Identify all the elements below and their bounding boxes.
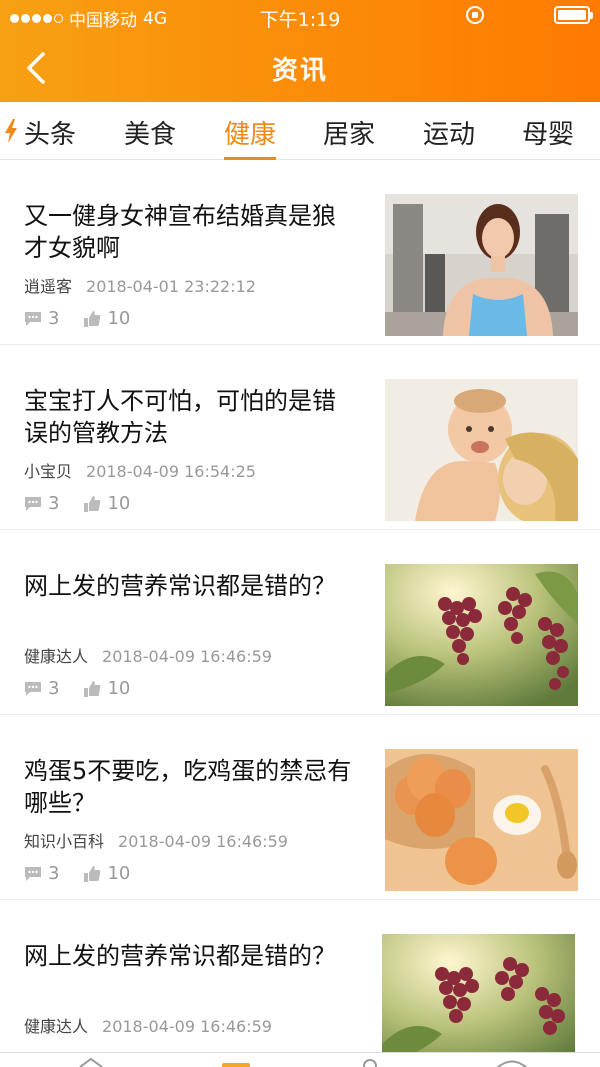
comment-count-value: 3 (48, 493, 60, 514)
mother-baby-photo (385, 379, 578, 521)
article-author: 小宝贝 (24, 462, 73, 481)
status-right (466, 6, 593, 24)
eggs-photo (385, 749, 578, 891)
tab-food[interactable]: 美食 (124, 114, 176, 160)
like-count-value: 10 (107, 678, 131, 699)
article-thumbnail (385, 564, 578, 706)
comment-count-value: 3 (48, 308, 60, 329)
article-list: 又一健身女神宣布结婚真是狼才女貌啊 逍遥客 2018-04-01 23:22:12… (0, 160, 600, 1067)
like-count-value: 10 (107, 863, 131, 884)
like-count-value: 10 (107, 493, 131, 514)
thumbs-up-icon (84, 680, 101, 697)
article-title: 鸡蛋5不要吃，吃鸡蛋的禁忌有哪些？ (24, 757, 352, 817)
article-stats: 3 10 (24, 863, 154, 884)
article-stats: 3 10 (24, 493, 154, 514)
woman-gym-photo (385, 194, 578, 336)
grapes-photo (382, 934, 575, 1067)
list-item[interactable]: 网上发的营养常识都是错的？ 健康达人 2018-04-09 16:46:59 (0, 900, 600, 1067)
category-tabs: 头条 美食 健康 居家 运动 母婴 (0, 102, 600, 160)
thumbs-up-icon (84, 865, 101, 882)
article-meta: 知识小百科 2018-04-09 16:46:59 (24, 828, 288, 852)
tab-sports[interactable]: 运动 (423, 114, 475, 160)
article-title: 又一健身女神宣布结婚真是狼才女貌啊 (24, 202, 336, 262)
article-date: 2018-04-01 23:22:12 (86, 277, 256, 296)
home-icon[interactable] (78, 1057, 104, 1067)
list-item[interactable]: 又一健身女神宣布结婚真是狼才女貌啊 逍遥客 2018-04-01 23:22:12… (0, 160, 600, 345)
article-date: 2018-04-09 16:46:59 (102, 1017, 272, 1036)
like-count: 10 (83, 678, 130, 699)
rotation-lock-icon (466, 6, 484, 24)
status-bar: 中国移动 4G 下午1:19 (0, 0, 600, 34)
comment-count: 3 (24, 493, 59, 514)
comment-icon (25, 866, 41, 881)
like-count: 10 (83, 863, 130, 884)
tab-indicator[interactable] (222, 1063, 250, 1067)
article-author: 逍遥客 (24, 277, 73, 296)
comment-icon (25, 311, 41, 326)
like-count-value: 10 (107, 308, 131, 329)
comment-count: 3 (24, 863, 59, 884)
comment-count: 3 (24, 308, 59, 329)
article-stats: 3 10 (24, 678, 154, 699)
comment-count-value: 3 (48, 678, 60, 699)
article-title: 网上发的营养常识都是错的？ (24, 942, 336, 970)
app-header: 中国移动 4G 下午1:19 资讯 (0, 0, 600, 102)
navigation-bar: 资讯 (0, 34, 600, 102)
comment-icon (25, 496, 41, 511)
article-author: 健康达人 (24, 1017, 89, 1036)
grapes-photo (385, 564, 578, 706)
lightning-icon (5, 119, 17, 143)
comment-count: 3 (24, 678, 59, 699)
tab-health[interactable]: 健康 (224, 114, 277, 160)
battery-icon (554, 6, 593, 24)
article-date: 2018-04-09 16:46:59 (118, 832, 288, 851)
article-author: 健康达人 (24, 647, 89, 666)
bottom-tab-bar (0, 1052, 600, 1067)
settings-icon[interactable] (495, 1059, 529, 1067)
article-thumbnail (385, 194, 578, 336)
article-title: 网上发的营养常识都是错的？ (24, 572, 336, 600)
like-count: 10 (83, 493, 130, 514)
list-item[interactable]: 鸡蛋5不要吃，吃鸡蛋的禁忌有哪些？ 知识小百科 2018-04-09 16:46:… (0, 715, 600, 900)
tab-mother-baby[interactable]: 母婴 (522, 114, 574, 160)
article-meta: 健康达人 2018-04-09 16:46:59 (24, 1013, 272, 1037)
like-count: 10 (83, 308, 130, 329)
article-date: 2018-04-09 16:46:59 (102, 647, 272, 666)
article-thumbnail (382, 934, 575, 1067)
article-thumbnail (385, 749, 578, 891)
page-title: 资讯 (271, 56, 328, 86)
article-title: 宝宝打人不可怕，可怕的是错误的管教方法 (24, 387, 336, 447)
article-stats: 3 10 (24, 308, 154, 329)
article-date: 2018-04-09 16:54:25 (86, 462, 256, 481)
tab-home[interactable]: 居家 (323, 114, 375, 160)
comment-icon (25, 681, 41, 696)
tab-headlines[interactable]: 头条 (24, 114, 76, 160)
article-meta: 健康达人 2018-04-09 16:46:59 (24, 643, 272, 667)
article-thumbnail (385, 379, 578, 521)
profile-icon[interactable] (360, 1057, 380, 1067)
thumbs-up-icon (84, 495, 101, 512)
thumbs-up-icon (84, 310, 101, 327)
tab-health-label: 健康 (224, 120, 277, 150)
article-meta: 逍遥客 2018-04-01 23:22:12 (24, 273, 256, 297)
list-item[interactable]: 网上发的营养常识都是错的？ 健康达人 2018-04-09 16:46:59 3 … (0, 530, 600, 715)
article-author: 知识小百科 (24, 832, 105, 851)
comment-count-value: 3 (48, 863, 60, 884)
article-meta: 小宝贝 2018-04-09 16:54:25 (24, 458, 256, 482)
list-item[interactable]: 宝宝打人不可怕，可怕的是错误的管教方法 小宝贝 2018-04-09 16:54:… (0, 345, 600, 530)
